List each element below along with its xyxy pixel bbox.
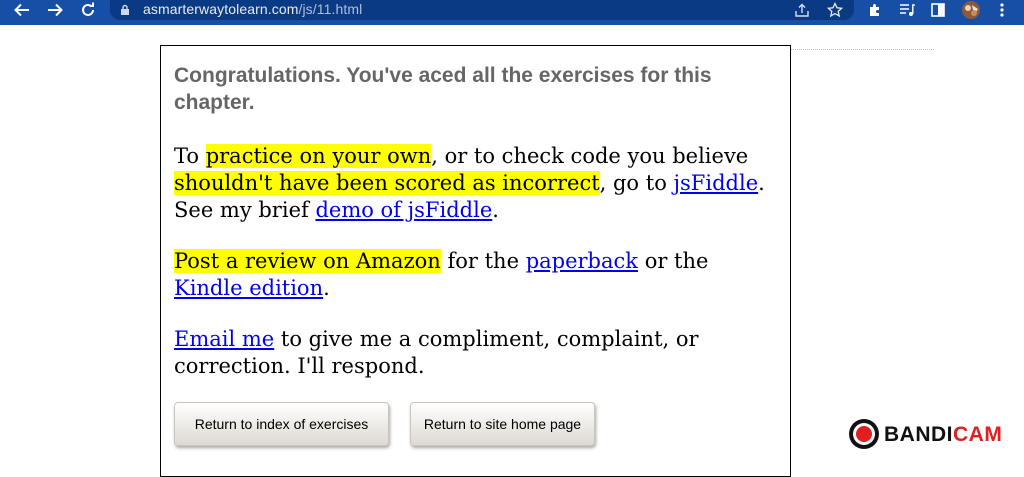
browser-toolbar: asmarterwaytolearn.com/js/11.html bbox=[0, 0, 1024, 25]
review-text-1: for the bbox=[440, 249, 526, 273]
extensions-puzzle-icon[interactable] bbox=[865, 0, 885, 20]
back-arrow-icon[interactable] bbox=[12, 0, 32, 20]
bandicam-part2: CAM bbox=[953, 423, 1003, 446]
profile-avatar[interactable] bbox=[959, 0, 983, 20]
lock-icon[interactable] bbox=[120, 0, 130, 20]
url-domain: asmarterwaytolearn.com bbox=[143, 1, 299, 17]
practice-text-3: , go to bbox=[599, 171, 674, 195]
review-paragraph: Post a review on Amazon for the paperbac… bbox=[174, 248, 779, 302]
reload-icon[interactable] bbox=[78, 0, 98, 20]
bookmark-star-icon[interactable] bbox=[825, 0, 845, 20]
jsfiddle-link[interactable]: jsFiddle bbox=[674, 171, 759, 195]
more-menu-icon[interactable] bbox=[994, 0, 1010, 20]
card-content: Congratulations. You've aced all the exe… bbox=[174, 62, 779, 380]
return-index-button[interactable]: Return to index of exercises bbox=[174, 402, 389, 446]
review-text-3: . bbox=[323, 276, 330, 300]
paperback-link[interactable]: paperback bbox=[526, 249, 638, 273]
bandicam-part1: BANDI bbox=[884, 423, 953, 446]
url-text[interactable]: asmarterwaytolearn.com/js/11.html bbox=[143, 1, 362, 17]
address-bar[interactable]: asmarterwaytolearn.com/js/11.html bbox=[110, 0, 854, 20]
email-me-link[interactable]: Email me bbox=[174, 327, 274, 351]
forward-arrow-icon[interactable] bbox=[45, 0, 65, 20]
bandicam-logo-text: BANDICAM bbox=[884, 423, 1002, 447]
review-highlight: Post a review on Amazon bbox=[174, 249, 441, 273]
media-control-icon[interactable] bbox=[897, 0, 917, 20]
practice-text-2: , or to check code you believe bbox=[431, 144, 749, 168]
kindle-edition-link[interactable]: Kindle edition bbox=[174, 276, 323, 300]
practice-highlight-2: shouldn't have been scored as incorrect bbox=[174, 171, 600, 195]
review-text-2: or the bbox=[638, 249, 709, 273]
record-icon bbox=[849, 419, 879, 449]
url-path: /js/11.html bbox=[298, 1, 363, 17]
completion-card: Congratulations. You've aced all the exe… bbox=[160, 45, 791, 477]
congrats-heading: Congratulations. You've aced all the exe… bbox=[174, 64, 712, 114]
practice-text-5: . bbox=[492, 198, 499, 222]
side-panel-icon[interactable] bbox=[928, 0, 948, 20]
demo-jsfiddle-link[interactable]: demo of jsFiddle bbox=[315, 198, 492, 222]
share-icon[interactable] bbox=[792, 0, 812, 20]
return-home-button[interactable]: Return to site home page bbox=[410, 402, 595, 446]
practice-highlight-1: practice on your own bbox=[205, 144, 432, 168]
bandicam-watermark: BANDICAM bbox=[846, 417, 1016, 451]
email-paragraph: Email me to give me a compliment, compla… bbox=[174, 326, 779, 380]
practice-text-1: To bbox=[174, 144, 206, 168]
practice-paragraph: To practice on your own, or to check cod… bbox=[174, 143, 779, 224]
